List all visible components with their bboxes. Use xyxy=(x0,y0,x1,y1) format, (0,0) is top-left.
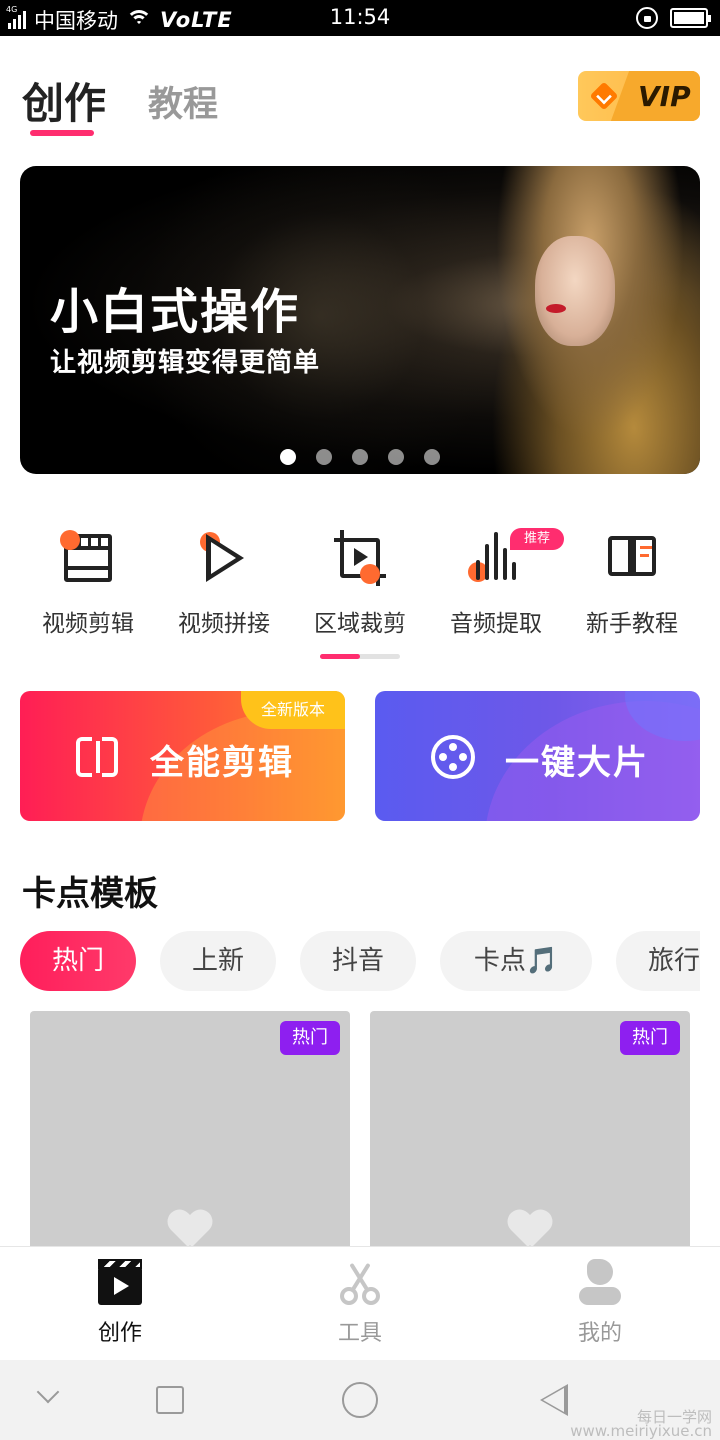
placeholder-heart-icon xyxy=(508,1211,552,1251)
diamond-icon xyxy=(589,81,619,111)
banner-title: 小白式操作 xyxy=(50,284,301,340)
banner-dot[interactable] xyxy=(388,449,404,465)
tool-video-join[interactable]: 视频拼接 xyxy=(156,528,292,638)
nav-label: 工具 xyxy=(337,1321,382,1346)
section-title: 卡点模板 xyxy=(22,874,158,914)
vip-label: VIP xyxy=(638,80,691,113)
collapse-icon[interactable] xyxy=(36,1380,60,1404)
bottom-nav: 创作 工具 我的 xyxy=(0,1246,720,1360)
vip-button[interactable]: VIP xyxy=(578,71,700,121)
tool-label: 视频剪辑 xyxy=(42,611,134,637)
tab-create[interactable]: 创作 xyxy=(22,70,106,131)
banner-pagination xyxy=(280,449,440,465)
tutorial-book-icon xyxy=(602,528,662,588)
chip-douyin[interactable]: 抖音 xyxy=(300,931,416,991)
category-chips: 热门 上新 抖音 卡点🎵 旅行 xyxy=(20,931,700,991)
tool-label: 新手教程 xyxy=(586,611,678,637)
tools-scroll-indicator xyxy=(320,654,400,659)
split-edit-icon xyxy=(76,737,120,777)
active-tab-indicator xyxy=(30,130,94,136)
clapperboard-icon xyxy=(96,1259,144,1307)
status-bar: 4G 中国移动 VoLTE 11:54 xyxy=(0,0,720,36)
hot-badge: 热门 xyxy=(280,1021,340,1055)
crop-icon xyxy=(330,528,390,588)
rotation-lock-icon xyxy=(636,7,658,29)
status-time: 11:54 xyxy=(329,5,391,29)
banner-subtitle: 让视频剪辑变得更简单 xyxy=(50,348,321,378)
film-edit-icon xyxy=(58,528,118,588)
nav-create[interactable]: 创作 xyxy=(0,1259,240,1347)
banner-dot[interactable] xyxy=(316,449,332,465)
chip-hot[interactable]: 热门 xyxy=(20,931,136,991)
chip-travel[interactable]: 旅行 xyxy=(616,931,700,991)
back-button[interactable] xyxy=(540,1384,568,1416)
nav-mine[interactable]: 我的 xyxy=(480,1259,720,1347)
tool-area-crop[interactable]: 区域裁剪 xyxy=(292,528,428,638)
scissors-icon xyxy=(336,1259,384,1307)
full-edit-label: 全能剪辑 xyxy=(150,743,294,783)
film-reel-icon xyxy=(431,735,475,779)
home-button[interactable] xyxy=(342,1382,378,1418)
nav-label: 创作 xyxy=(97,1321,142,1346)
promo-banner[interactable]: 小白式操作 让视频剪辑变得更简单 xyxy=(20,166,700,474)
one-click-label: 一键大片 xyxy=(505,743,649,783)
hot-badge: 热门 xyxy=(620,1021,680,1055)
tool-label: 视频拼接 xyxy=(178,611,270,637)
tool-label: 音频提取 xyxy=(450,611,542,637)
one-click-movie-card[interactable]: 一键大片 xyxy=(375,691,700,821)
new-version-badge: 全新版本 xyxy=(241,691,345,729)
recommend-badge: 推荐 xyxy=(510,528,564,550)
full-edit-card[interactable]: 全能剪辑 全新版本 xyxy=(20,691,345,821)
template-card[interactable]: 热门 xyxy=(370,1011,690,1251)
nav-tools[interactable]: 工具 xyxy=(240,1259,480,1347)
video-join-icon xyxy=(194,528,254,588)
user-icon xyxy=(576,1259,624,1307)
battery-icon xyxy=(670,8,711,28)
tool-tutorial[interactable]: 新手教程 xyxy=(564,528,700,638)
tool-label: 区域裁剪 xyxy=(314,611,406,637)
placeholder-heart-icon xyxy=(168,1211,212,1251)
banner-dot[interactable] xyxy=(424,449,440,465)
template-card[interactable]: 热门 xyxy=(30,1011,350,1251)
chip-new[interactable]: 上新 xyxy=(160,931,276,991)
tab-tutorial[interactable]: 教程 xyxy=(148,76,218,127)
tool-video-edit[interactable]: 视频剪辑 xyxy=(20,528,156,638)
banner-dot[interactable] xyxy=(280,449,296,465)
nav-label: 我的 xyxy=(577,1321,622,1346)
chip-beat[interactable]: 卡点🎵 xyxy=(440,931,592,991)
recent-apps-button[interactable] xyxy=(156,1386,184,1414)
watermark: 每日一学网 www.meiriyixue.cn xyxy=(570,1408,712,1440)
banner-dot[interactable] xyxy=(352,449,368,465)
